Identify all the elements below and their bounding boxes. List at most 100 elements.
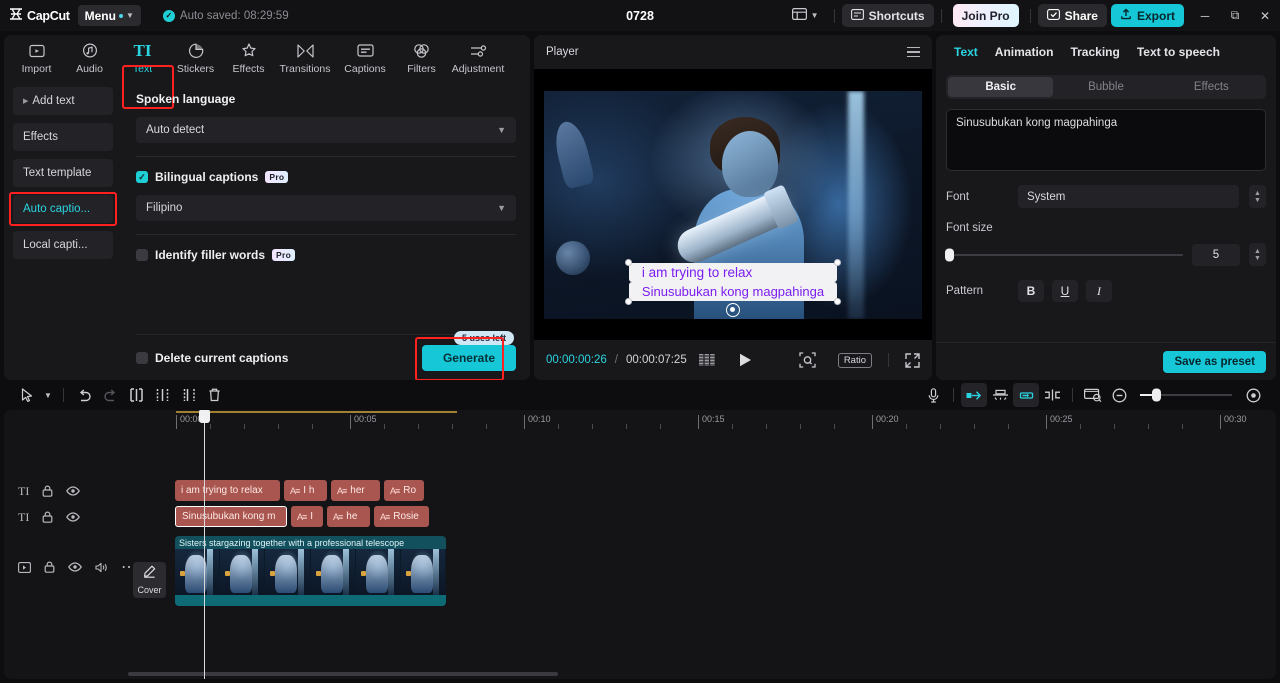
delete-captions-checkbox[interactable] (136, 351, 148, 364)
segment-bubble[interactable]: Bubble (1053, 77, 1158, 97)
scrollbar-thumb[interactable] (128, 672, 558, 676)
rotate-handle[interactable] (725, 302, 740, 317)
timeline-zoom-slider[interactable] (1140, 388, 1232, 402)
delete-current-captions-row[interactable]: Delete current captions (136, 351, 288, 365)
tool-tab-transitions[interactable]: Transitions (275, 36, 335, 80)
bold-button[interactable]: B (1018, 280, 1044, 302)
microphone-icon[interactable] (920, 383, 946, 407)
export-button[interactable]: Export (1110, 4, 1184, 27)
tool-tab-effects[interactable]: Effects (222, 36, 275, 80)
font-stepper[interactable]: ▲ ▼ (1249, 185, 1266, 208)
text-clip[interactable]: A≡ he (327, 506, 370, 527)
sidebar-item-add-text[interactable]: ▶ Add text (13, 87, 113, 115)
save-as-preset-button[interactable]: Save as preset (1163, 350, 1266, 373)
sidebar-item-text-template[interactable]: Text template (13, 159, 113, 187)
zoom-fit-icon[interactable] (799, 352, 816, 368)
eye-icon[interactable] (66, 486, 81, 496)
player-menu-icon[interactable] (907, 46, 920, 58)
video-clip[interactable]: Sisters stargazing together with a profe… (175, 536, 446, 606)
frame-view-icon[interactable] (698, 354, 715, 366)
sidebar-item-local-captions[interactable]: Local capti... (13, 231, 113, 259)
resize-handle-tr[interactable] (834, 258, 842, 266)
tool-tab-filters[interactable]: Filters (395, 36, 448, 80)
tab-animation[interactable]: Animation (995, 45, 1054, 59)
lock-icon[interactable] (42, 485, 53, 497)
split-clip-icon[interactable] (1039, 383, 1065, 407)
maximize-button[interactable]: ⧉ (1220, 0, 1250, 31)
redo-icon[interactable] (97, 383, 123, 407)
menu-button[interactable]: Menu ▼ (77, 5, 141, 26)
resize-handle-tl[interactable] (624, 258, 632, 266)
tool-tab-audio[interactable]: Audio (63, 36, 116, 80)
share-button[interactable]: Share (1037, 4, 1107, 27)
text-clip[interactable]: A≡ Ro (384, 480, 424, 501)
spoken-language-select[interactable]: Auto detect ▼ (136, 117, 516, 143)
filler-words-checkbox[interactable] (136, 249, 148, 261)
zoom-slider-knob[interactable] (1152, 388, 1161, 402)
undo-icon[interactable] (71, 383, 97, 407)
split-icon[interactable] (123, 383, 149, 407)
text-clip[interactable]: A≡ I h (284, 480, 327, 501)
tool-tab-captions[interactable]: Captions (335, 36, 395, 80)
tool-tab-text[interactable]: TI Text (116, 36, 169, 80)
text-clip-selected[interactable]: Sinusubukan kong m (175, 506, 287, 527)
ratio-button[interactable]: Ratio (837, 352, 872, 368)
tab-tracking[interactable]: Tracking (1070, 45, 1119, 59)
resize-handle-bl[interactable] (624, 297, 632, 305)
ruler-scale[interactable]: 00:00 00:05 00:10 00:15 00:20 00:25 00:3… (169, 410, 1276, 432)
segment-basic[interactable]: Basic (948, 77, 1054, 97)
minimize-button[interactable]: ─ (1190, 0, 1220, 31)
playhead[interactable] (199, 410, 210, 679)
font-size-value[interactable]: 5 (1192, 243, 1240, 266)
join-pro-button[interactable]: Join Pro (952, 4, 1019, 27)
keyframe-out-icon[interactable] (1013, 383, 1039, 407)
tool-tab-adjustment[interactable]: Adjustment (448, 36, 508, 80)
play-button[interactable] (739, 353, 752, 367)
video-preview[interactable]: i am trying to relax Sinusubukan kong ma… (544, 90, 922, 319)
tool-tab-stickers[interactable]: Stickers (169, 36, 222, 80)
shortcuts-button[interactable]: Shortcuts (841, 4, 934, 27)
segment-effects[interactable]: Effects (1159, 77, 1264, 97)
zoom-out-icon[interactable] (1106, 383, 1132, 407)
close-button[interactable]: ✕ (1250, 0, 1280, 31)
tab-text[interactable]: Text (954, 45, 978, 59)
align-center-icon[interactable] (987, 383, 1013, 407)
eye-icon[interactable] (66, 512, 81, 522)
lock-icon[interactable] (42, 511, 53, 523)
bilingual-captions-row[interactable]: ✓ Bilingual captions Pro (136, 170, 516, 184)
volume-icon[interactable] (95, 562, 108, 573)
font-select[interactable]: System (1018, 185, 1239, 208)
trim-right-icon[interactable] (175, 383, 201, 407)
text-clip[interactable]: A≡ Rosie (374, 506, 429, 527)
eye-icon[interactable] (68, 562, 82, 572)
bilingual-language-select[interactable]: Filipino ▼ (136, 195, 516, 221)
font-size-stepper[interactable]: ▲ ▼ (1249, 243, 1266, 266)
sidebar-item-effects[interactable]: Effects (13, 123, 113, 151)
trim-left-icon[interactable] (149, 383, 175, 407)
fullscreen-icon[interactable] (905, 352, 920, 368)
resize-handle-br[interactable] (834, 297, 842, 305)
font-size-slider[interactable] (945, 248, 1183, 261)
text-clip[interactable]: i am trying to relax (175, 480, 280, 501)
select-tool-icon[interactable] (14, 383, 40, 407)
text-clip[interactable]: A≡ her (331, 480, 380, 501)
video-preview-icon[interactable] (1080, 383, 1106, 407)
timeline-ruler[interactable]: 00:00 00:05 00:10 00:15 00:20 00:25 00:3… (4, 410, 1276, 432)
delete-icon[interactable] (201, 383, 227, 407)
tool-tab-import[interactable]: Import (10, 36, 63, 80)
italic-button[interactable]: I (1086, 280, 1112, 302)
caption-box[interactable]: i am trying to relax Sinusubukan kong ma… (624, 258, 842, 317)
generate-button[interactable]: Generate (421, 344, 516, 371)
underline-button[interactable]: U (1052, 280, 1078, 302)
lock-icon[interactable] (44, 561, 55, 573)
cover-button[interactable]: Cover (133, 562, 166, 598)
keyframe-in-icon[interactable] (961, 383, 987, 407)
identify-filler-words-row[interactable]: Identify filler words Pro (136, 248, 516, 262)
playhead-grip[interactable] (199, 410, 210, 423)
tab-text-to-speech[interactable]: Text to speech (1137, 45, 1220, 59)
select-tool-dropdown-icon[interactable]: ▼ (40, 383, 56, 407)
sidebar-item-auto-captions[interactable]: Auto captio... (13, 195, 113, 223)
slider-knob[interactable] (945, 248, 954, 261)
timeline-scrollbar[interactable] (128, 672, 1268, 676)
layout-button[interactable]: ▼ (784, 7, 827, 25)
